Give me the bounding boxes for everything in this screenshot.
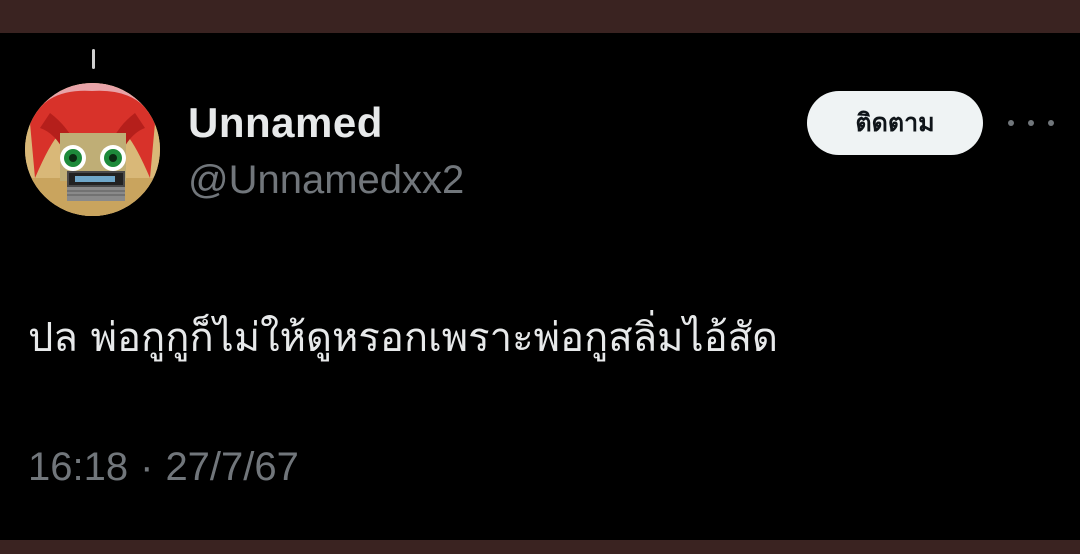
tweet-card: Unnamed @Unnamedxx2 ติดตาม ปล พ่อกูกูก็ไ… [0, 33, 1080, 540]
more-dot [1048, 120, 1054, 126]
tweet-date[interactable]: 27/7/67 [165, 445, 298, 489]
screenshot-frame-bottom [0, 540, 1080, 554]
user-handle[interactable]: @Unnamedxx2 [188, 158, 464, 203]
screenshot-frame-top [0, 0, 1080, 33]
display-name[interactable]: Unnamed [188, 99, 383, 147]
avatar[interactable] [25, 83, 160, 216]
more-dot [1008, 120, 1014, 126]
thread-line [92, 49, 95, 69]
more-dot [1028, 120, 1034, 126]
more-horizontal-icon[interactable] [1008, 107, 1054, 139]
follow-button[interactable]: ติดตาม [807, 91, 983, 155]
meta-separator: · [140, 445, 154, 489]
tweet-meta: 16:18 · 27/7/67 [28, 445, 299, 490]
avatar-image [25, 83, 160, 216]
tweet-time[interactable]: 16:18 [28, 445, 128, 489]
tweet-text: ปล พ่อกูกูก็ไม่ให้ดูหรอกเพราะพ่อกูสลิ่มไ… [28, 315, 779, 361]
